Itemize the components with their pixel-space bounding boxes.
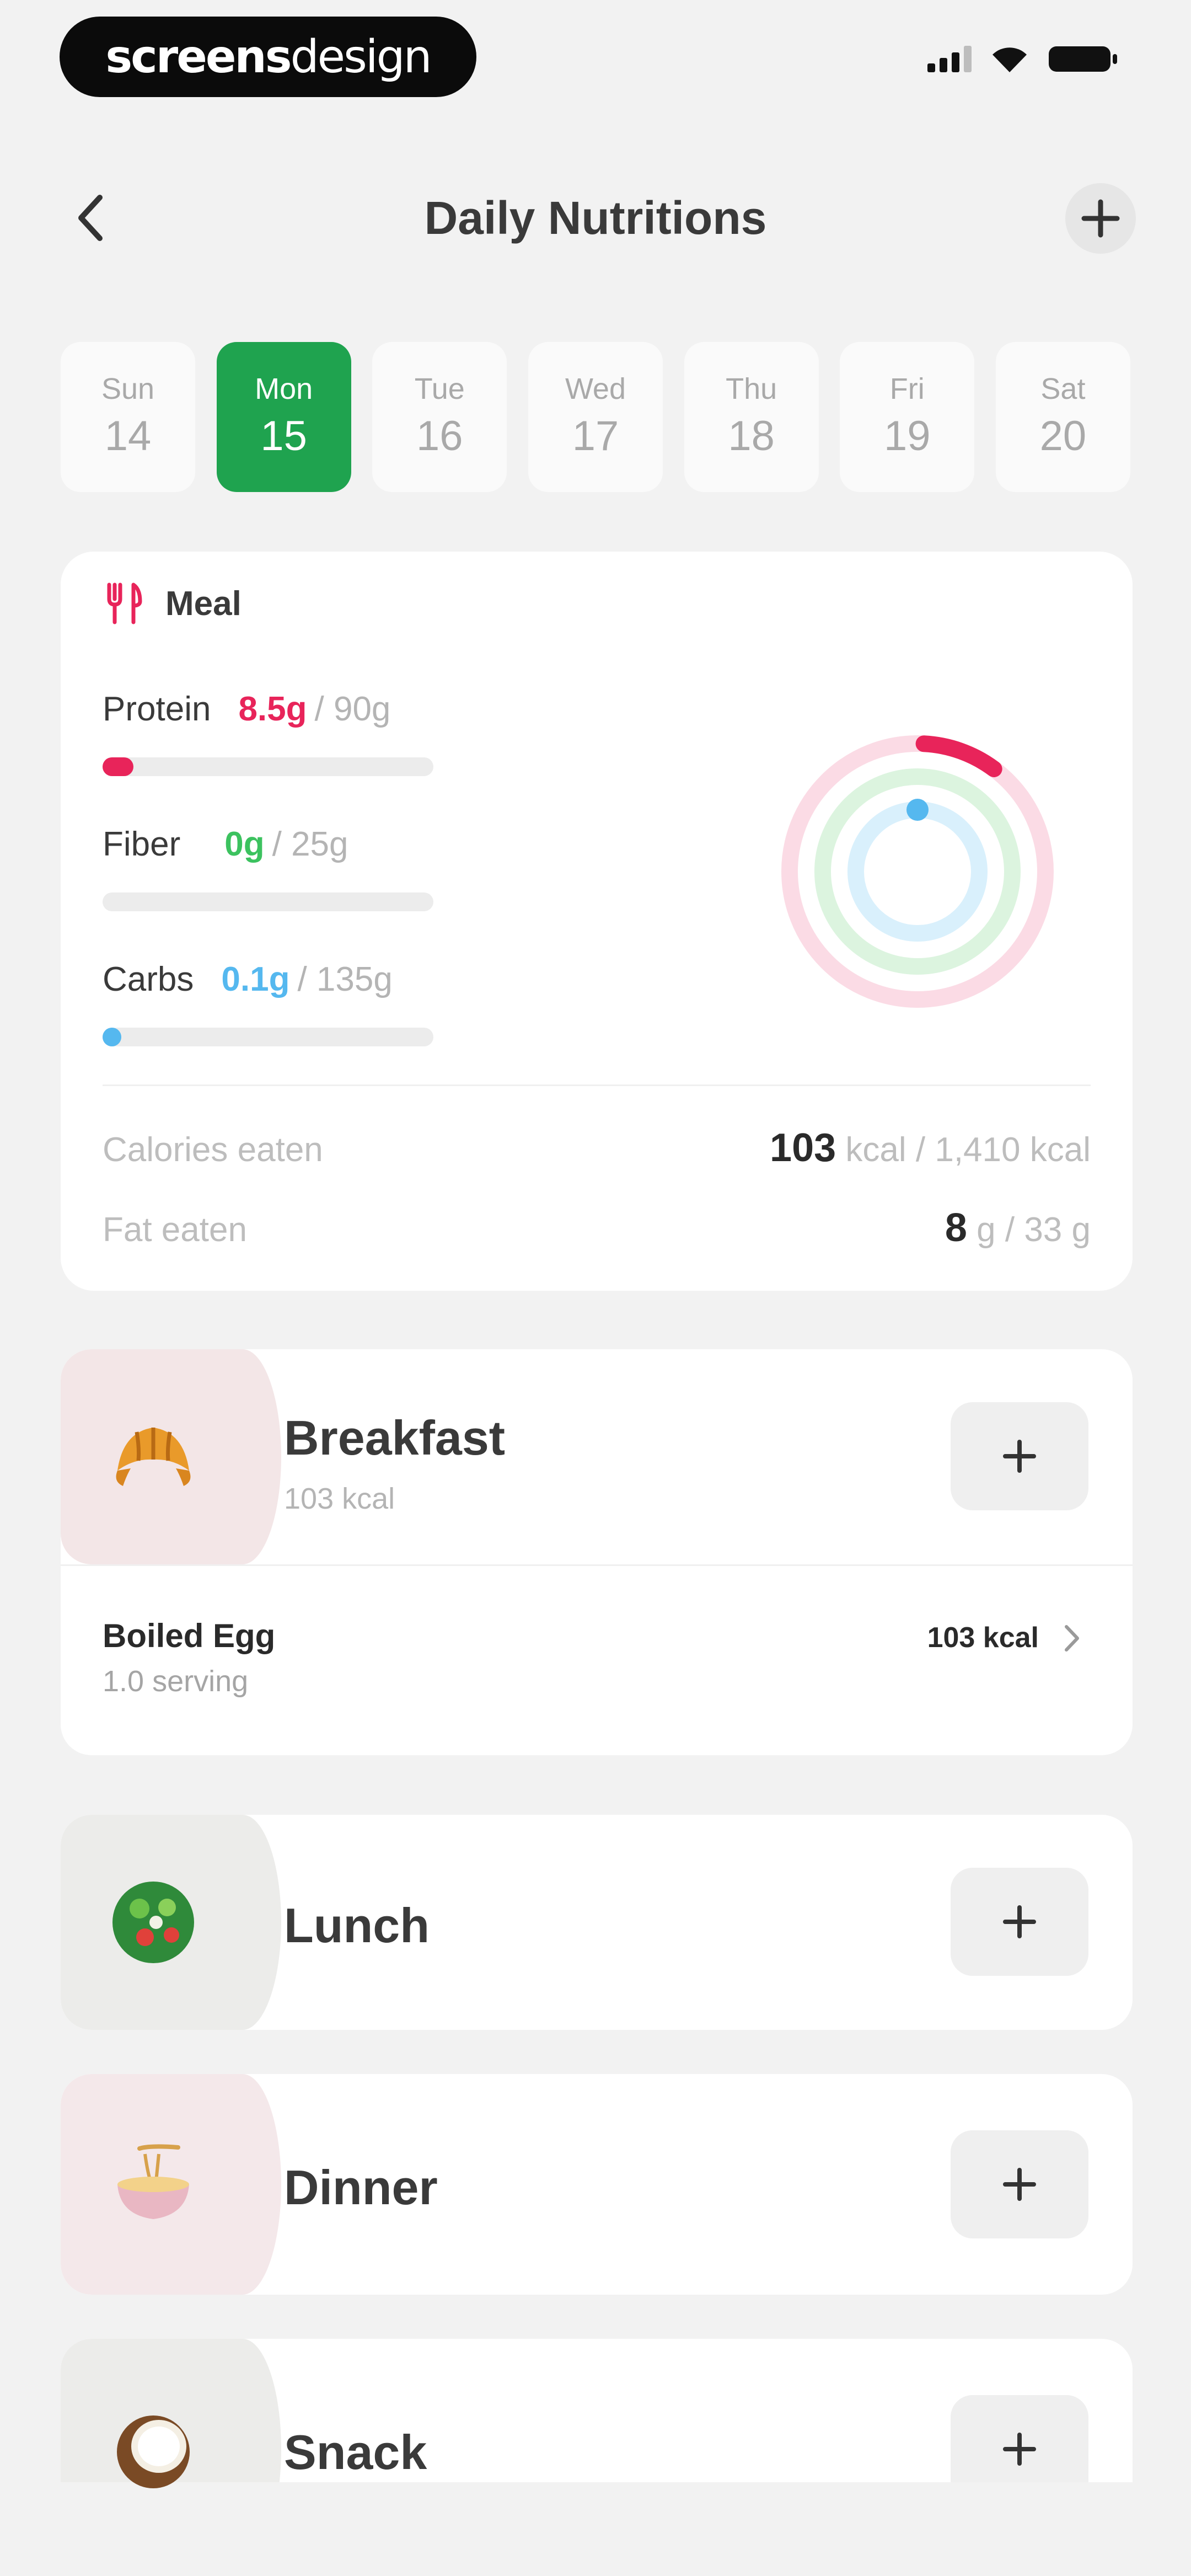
- fat-label: Fat eaten: [103, 1211, 247, 1249]
- meal-summary-card: Meal Protein 8.5g / 90g Fiber 0g / 25g C…: [61, 552, 1133, 1291]
- progress-fill: [103, 1028, 121, 1046]
- fork-knife-icon: [107, 582, 142, 624]
- calories-row: Calories eaten 103 kcal / 1,410 kcal: [103, 1125, 1091, 1171]
- day-number: 14: [104, 413, 152, 459]
- day-selector: Sun 14 Mon 15 Tue 16 Wed 17 Thu 18 Fri 1…: [61, 342, 1130, 492]
- day-name: Mon: [255, 372, 313, 405]
- progress-bar: [103, 1028, 433, 1046]
- macro-fiber: Fiber 0g / 25g: [103, 825, 444, 911]
- brand-logo-part-light: design: [290, 30, 432, 83]
- calories-label: Calories eaten: [103, 1131, 323, 1169]
- fat-row: Fat eaten 8 g / 33 g: [103, 1205, 1091, 1250]
- macro-value: 0.1g: [221, 960, 290, 998]
- day-name: Thu: [726, 372, 777, 405]
- day-number: 18: [728, 413, 775, 459]
- calories-unit: kcal / 1,410 kcal: [845, 1131, 1091, 1169]
- divider: [103, 1084, 1091, 1086]
- fat-unit: g / 33 g: [977, 1211, 1091, 1249]
- status-icons: [927, 44, 1119, 74]
- signal-icon: [927, 46, 972, 72]
- calories-eaten-number: 103: [770, 1126, 836, 1170]
- food-item-row[interactable]: Boiled Egg 1.0 serving 103 kcal: [61, 1564, 1133, 1755]
- macro-carbs: Carbs 0.1g / 135g: [103, 960, 444, 1046]
- macro-name: Carbs: [103, 960, 194, 998]
- fat-eaten-number: 8: [945, 1206, 967, 1250]
- carbs-ring-dot: [906, 799, 929, 821]
- plus-icon: [1003, 1440, 1036, 1473]
- macro-value: 8.5g: [238, 690, 307, 728]
- macro-goal: / 25g: [272, 825, 348, 863]
- progress-fill: [103, 757, 134, 776]
- coconut-icon: [104, 2399, 203, 2499]
- brand-logo-part-bold: screens: [105, 30, 292, 83]
- meal-header-breakfast[interactable]: Breakfast 103 kcal: [61, 1349, 1133, 1564]
- plus-icon: [1003, 2433, 1036, 2466]
- croissant-icon: [104, 1407, 203, 1506]
- chevron-right-icon: [1065, 1625, 1079, 1652]
- day-name: Fri: [889, 372, 925, 405]
- meal-card-dinner: Dinner: [61, 2074, 1133, 2295]
- brand-logo: screens design: [60, 17, 476, 97]
- food-serving: 1.0 serving: [103, 1665, 249, 1698]
- macro-name: Protein: [103, 690, 211, 728]
- day-number: 19: [884, 413, 931, 459]
- meal-title: Dinner: [284, 2160, 438, 2215]
- header: Daily Nutritions: [0, 165, 1191, 265]
- day-chip-sat[interactable]: Sat 20: [995, 342, 1130, 492]
- day-chip-wed[interactable]: Wed 17: [528, 342, 663, 492]
- add-button[interactable]: [1065, 183, 1136, 254]
- calories-value: 103 kcal / 1,410 kcal: [770, 1125, 1091, 1171]
- meal-title: Lunch: [284, 1898, 430, 1953]
- day-chip-tue[interactable]: Tue 16: [372, 342, 507, 492]
- summary-title: Meal: [165, 584, 242, 623]
- progress-bar: [103, 757, 433, 776]
- macro-protein: Protein 8.5g / 90g: [103, 690, 444, 776]
- noodle-bowl-icon: [104, 2135, 203, 2234]
- day-name: Tue: [414, 372, 465, 405]
- day-number: 17: [572, 413, 619, 459]
- macro-goal: / 135g: [297, 960, 393, 998]
- macro-name: Fiber: [103, 825, 181, 863]
- summary-header: Meal: [105, 582, 242, 624]
- status-bar: screens design: [0, 17, 1191, 99]
- day-chip-fri[interactable]: Fri 19: [840, 342, 975, 492]
- add-dinner-button[interactable]: [951, 2130, 1088, 2238]
- day-name: Sat: [1040, 372, 1086, 405]
- meal-title: Snack: [284, 2425, 427, 2479]
- meal-kcal: 103 kcal: [284, 1482, 395, 1515]
- macro-goal: / 90g: [314, 690, 391, 728]
- day-number: 20: [1039, 413, 1087, 459]
- meal-header-dinner[interactable]: Dinner: [61, 2074, 1133, 2295]
- macro-rings-chart: [781, 735, 1054, 1008]
- add-breakfast-button[interactable]: [951, 1402, 1088, 1510]
- battery-icon: [1048, 44, 1119, 74]
- day-name: Wed: [565, 372, 626, 405]
- meal-card-lunch: Lunch: [61, 1815, 1133, 2030]
- page-title: Daily Nutritions: [424, 192, 767, 244]
- fat-value: 8 g / 33 g: [945, 1205, 1091, 1250]
- day-chip-thu[interactable]: Thu 18: [684, 342, 819, 492]
- wifi-icon: [990, 45, 1029, 73]
- day-chip-sun[interactable]: Sun 14: [61, 342, 195, 492]
- day-number: 15: [260, 413, 307, 459]
- food-kcal: 103 kcal: [927, 1622, 1039, 1654]
- plus-icon: [1003, 1905, 1036, 1938]
- food-name: Boiled Egg: [103, 1617, 276, 1654]
- meal-title: Breakfast: [284, 1410, 506, 1465]
- progress-bar: [103, 892, 433, 911]
- meal-card-breakfast: Breakfast 103 kcal Boiled Egg 1.0 servin…: [61, 1349, 1133, 1755]
- plus-icon: [1003, 2168, 1036, 2201]
- day-chip-mon-selected[interactable]: Mon 15: [216, 342, 351, 492]
- macro-value: 0g: [224, 825, 265, 863]
- day-name: Sun: [101, 372, 155, 405]
- add-lunch-button[interactable]: [951, 1868, 1088, 1976]
- day-number: 16: [416, 413, 463, 459]
- protein-ring-arc: [915, 735, 1002, 777]
- meal-header-lunch[interactable]: Lunch: [61, 1815, 1133, 2030]
- plus-icon: [1081, 199, 1120, 238]
- salad-icon: [104, 1873, 203, 1972]
